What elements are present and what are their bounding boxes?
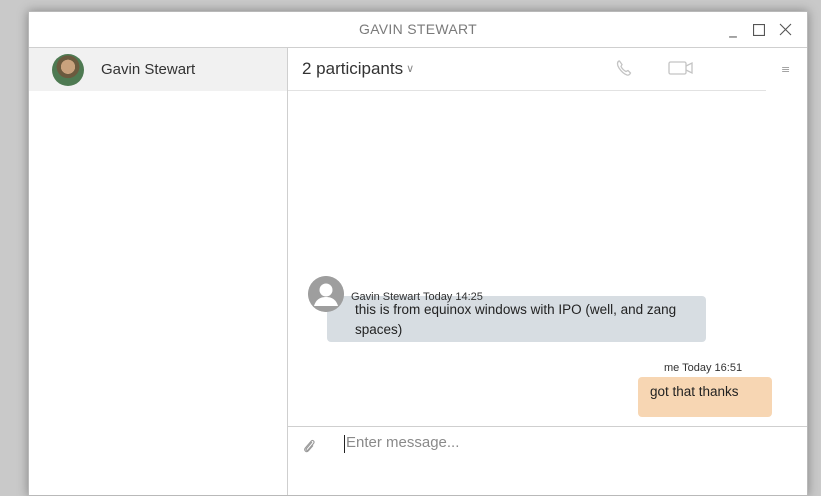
- chevron-down-icon: ∨: [406, 62, 415, 75]
- user-icon: [308, 276, 344, 312]
- video-camera-icon: [668, 61, 693, 75]
- participants-label: 2 participants: [302, 59, 404, 78]
- message-meta: me Today 16:51: [664, 362, 742, 374]
- close-button[interactable]: [776, 20, 794, 38]
- participants-dropdown[interactable]: 2 participants ∨: [302, 59, 414, 79]
- close-icon: [779, 23, 791, 36]
- menu-icon[interactable]: ≡: [781, 63, 790, 76]
- outgoing-message-bubble: got that thanks: [638, 377, 772, 417]
- paperclip-icon: [304, 439, 315, 453]
- avatar: [52, 54, 84, 86]
- attach-button[interactable]: [302, 438, 316, 459]
- window-title: GAVIN STEWART: [359, 21, 477, 37]
- chat-header: 2 participants ∨: [288, 48, 766, 91]
- message-composer: [288, 426, 807, 495]
- title-bar: GAVIN STEWART _: [29, 12, 807, 48]
- maximize-icon: [752, 23, 766, 37]
- message-time: Today 16:51: [682, 362, 743, 374]
- message-meta: Gavin Stewart Today 14:25: [351, 291, 483, 303]
- conversation-list: Gavin Stewart: [29, 48, 288, 495]
- message-text: got that thanks: [650, 384, 739, 399]
- contact-name: Gavin Stewart: [101, 61, 196, 78]
- message-sender: Gavin Stewart: [351, 291, 421, 303]
- message-time: Today 14:25: [422, 291, 483, 303]
- video-call-button[interactable]: [668, 60, 694, 81]
- message-input[interactable]: [346, 431, 746, 453]
- call-button[interactable]: [614, 58, 634, 83]
- contact-item[interactable]: Gavin Stewart: [29, 48, 287, 91]
- chat-panel: 2 participants ∨ ≡ this is from equinox w…: [288, 48, 807, 495]
- phone-icon: [616, 60, 632, 76]
- chat-window: GAVIN STEWART _ Gavin Stewart 2 particip…: [28, 11, 808, 496]
- minimize-button[interactable]: _: [724, 20, 742, 38]
- message-sender: me: [664, 362, 680, 374]
- text-caret: [344, 435, 345, 453]
- avatar: [308, 276, 344, 312]
- maximize-button[interactable]: [750, 20, 768, 38]
- message-text: this is from equinox windows with IPO (w…: [355, 302, 677, 337]
